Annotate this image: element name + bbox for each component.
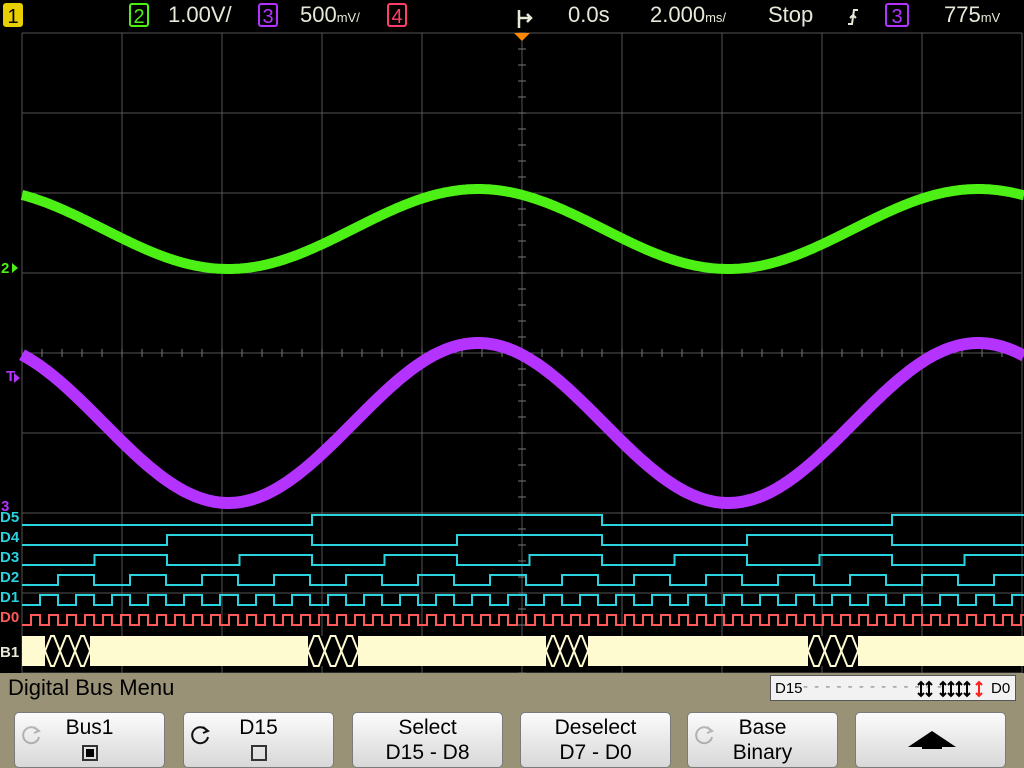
timebase-unit: ms/ — [705, 10, 727, 25]
digital-label-d4: D4 — [0, 529, 20, 546]
digital-label-d5: D5 — [0, 509, 19, 526]
d15-checkbox[interactable] — [250, 745, 267, 762]
ch3-scale-unit: mV/ — [336, 10, 360, 25]
trigger-level-unit: mV — [980, 10, 1001, 25]
select-range: D15 - D8 — [385, 741, 470, 764]
deselect-range: D7 - D0 — [559, 741, 632, 764]
bus-bit-indicator: D15 - - - - - - - - - - - - - D0 — [770, 675, 1016, 701]
bus-indicator-right: D0 — [991, 680, 1011, 697]
ch4-indicator[interactable]: 4 — [387, 3, 407, 28]
digital-label-d2: D2 — [0, 569, 19, 586]
timebase: 2.000ms/ — [650, 2, 726, 28]
ch3-scale: 500mV/ — [300, 2, 360, 28]
delay-value: 0.0s — [568, 2, 610, 27]
trigger-level-value: 775 — [944, 2, 981, 27]
bus1-label: Bus1 — [65, 716, 114, 739]
base-value: Binary — [732, 741, 793, 764]
ch3-scale-value: 500 — [300, 2, 337, 27]
digital-label-d0: D0 — [0, 609, 19, 626]
waveform-display[interactable]: 2 T 3 D5 D4 D3 D2 D1 D0 B1 — [0, 31, 1024, 673]
deselect-label: Deselect — [554, 716, 637, 739]
d15-softkey[interactable]: D15 — [183, 712, 334, 768]
select-softkey[interactable]: Select D15 - D8 — [352, 712, 503, 768]
channel-markers: 2T3D5D4D3D2D1D0B1 — [0, 260, 20, 661]
ch3-indicator[interactable]: 3 — [258, 3, 278, 28]
rising-edge-icon — [848, 9, 858, 25]
bus1-checkbox[interactable] — [81, 745, 98, 762]
base-label: Base — [738, 716, 787, 739]
bus-label-b1: B1 — [0, 644, 19, 661]
base-softkey[interactable]: Base Binary — [687, 712, 838, 768]
trigger-level-marker: T — [6, 368, 15, 385]
trigger-level: 775mV — [944, 2, 1000, 28]
ch2-scale: 1.00V/ — [168, 2, 232, 27]
trigger-position-icon — [517, 10, 533, 28]
status-bar: 1 2 1.00V/ 3 500mV/ 4 0.0s 2.000ms/ Stop… — [0, 0, 1024, 31]
deselect-softkey[interactable]: Deselect D7 - D0 — [520, 712, 671, 768]
bit-selected-icons — [917, 680, 983, 698]
back-softkey[interactable] — [855, 712, 1006, 768]
ch1-indicator[interactable]: 1 — [3, 3, 23, 28]
timebase-value: 2.000 — [650, 2, 706, 27]
trigger-source[interactable]: 3 — [885, 3, 909, 28]
ch2-indicator[interactable]: 2 — [129, 3, 149, 28]
d15-label: D15 — [239, 716, 278, 739]
digital-label-d1: D1 — [0, 589, 19, 606]
bus1-softkey[interactable]: Bus1 — [14, 712, 165, 768]
softkey-bar: Bus1 D15 Select D15 - D8 Deselect D7 - D… — [0, 704, 1024, 768]
digital-label-d3: D3 — [0, 549, 19, 566]
menu-title: Digital Bus Menu — [8, 675, 175, 700]
up-arrow-icon — [908, 731, 956, 749]
select-label: Select — [398, 716, 457, 739]
ch2-ground-marker: 2 — [1, 260, 9, 277]
run-state: Stop — [768, 2, 814, 27]
bus-indicator-left: D15 — [775, 680, 803, 697]
